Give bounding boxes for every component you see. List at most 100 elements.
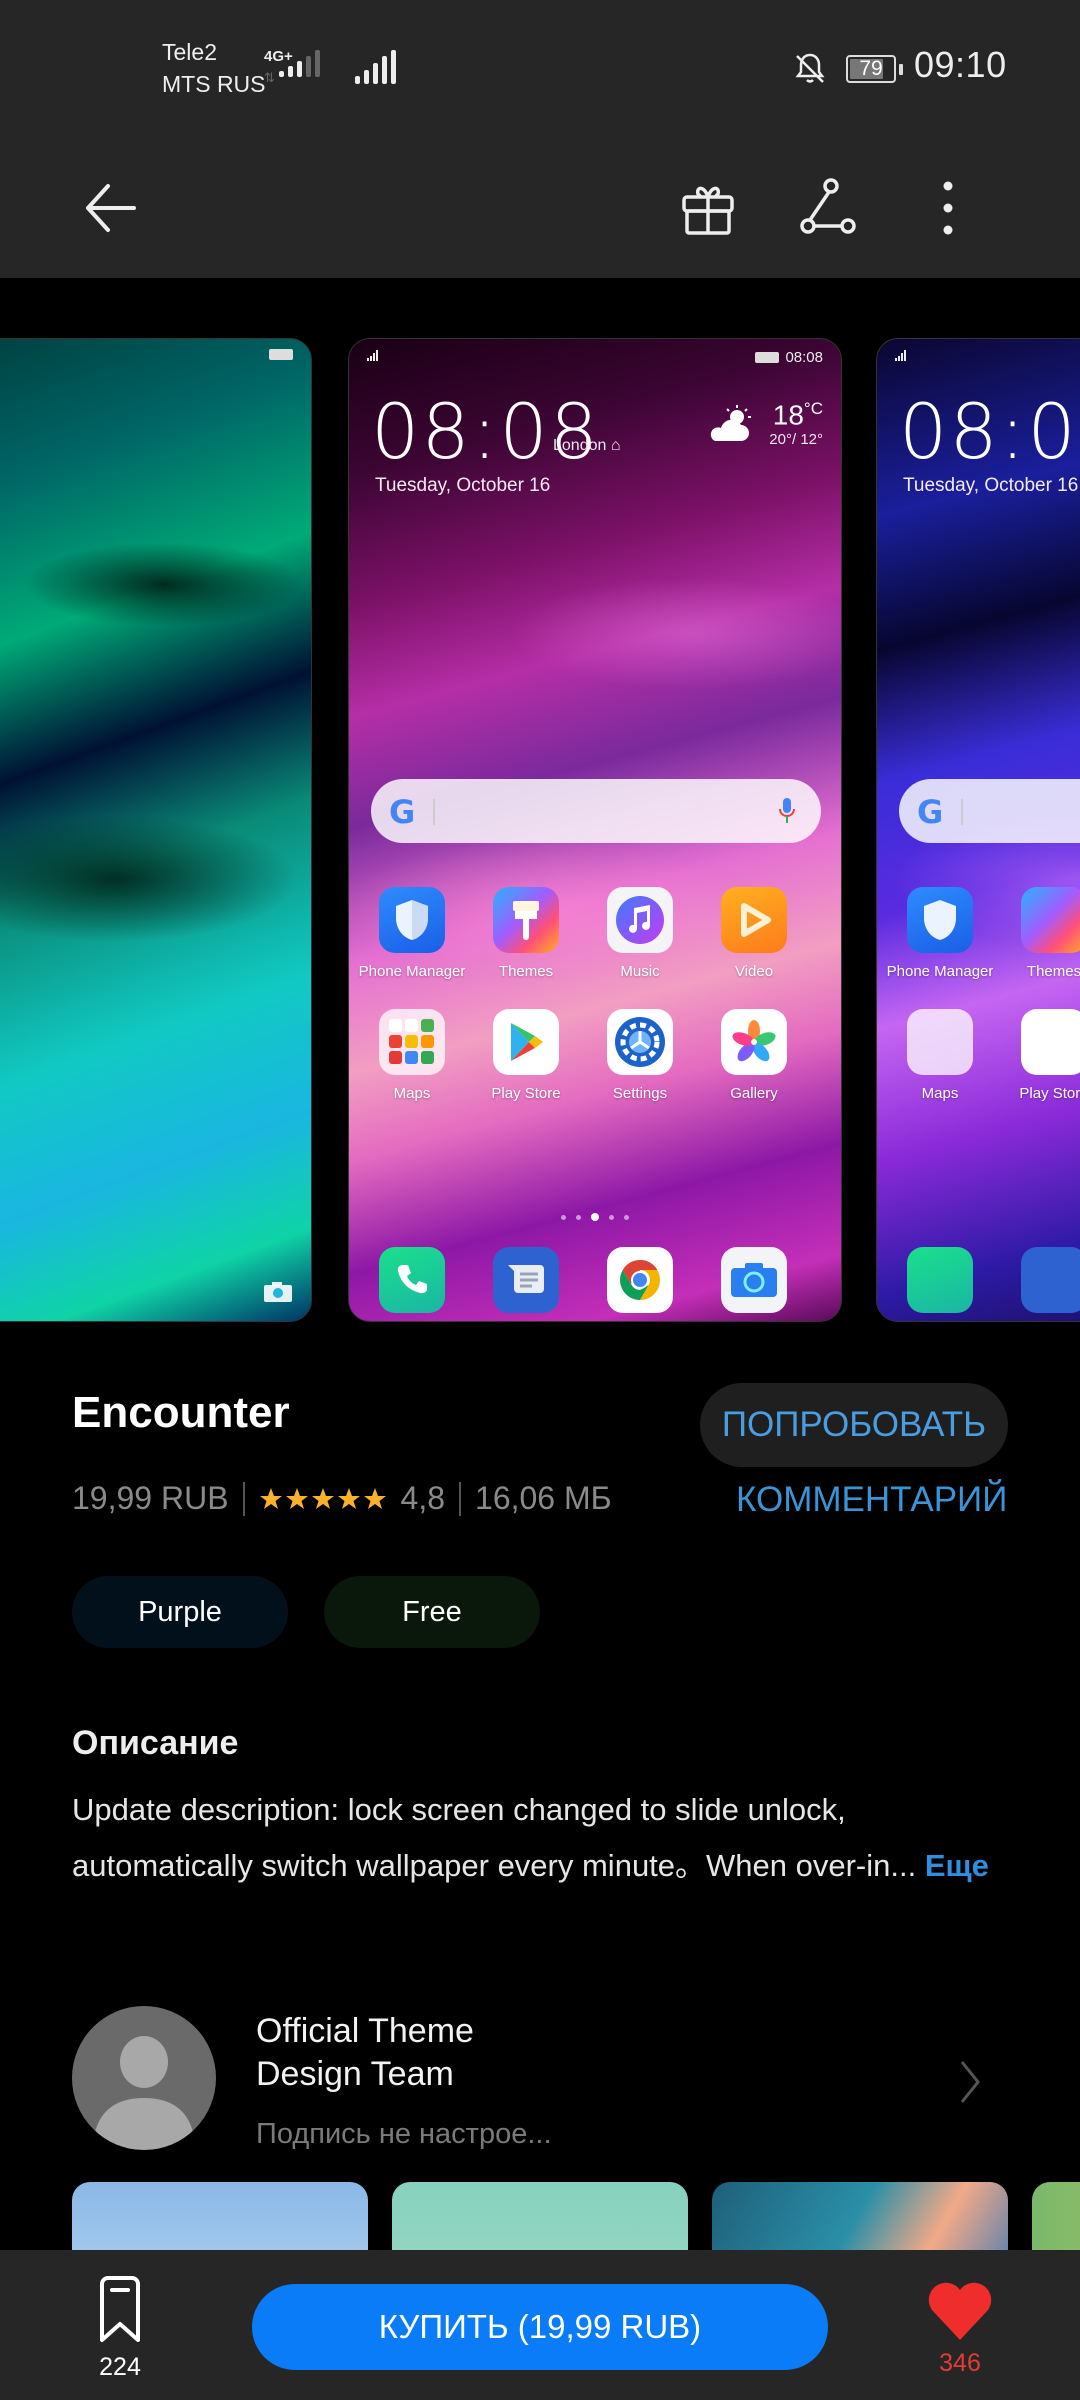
- google-logo-icon: G: [917, 793, 944, 831]
- app-music: Music: [583, 887, 697, 980]
- app-phone-manager: Phone Manager: [355, 887, 469, 980]
- theme-thumbnail[interactable]: [712, 2182, 1008, 2252]
- temperature-range: 20°/ 12°: [769, 431, 823, 449]
- page-indicator: [349, 1213, 841, 1221]
- play-icon: [721, 887, 787, 953]
- heart-icon: [928, 2282, 992, 2340]
- message-icon: [493, 1247, 559, 1313]
- app-gallery: Gallery: [697, 1009, 811, 1102]
- user-placeholder-icon: [94, 2036, 194, 2150]
- preview-clock: 08:08: [371, 387, 601, 476]
- gear-icon: [607, 1009, 673, 1075]
- google-search-bar: G: [371, 779, 821, 843]
- chevron-right-icon[interactable]: [958, 2060, 982, 2104]
- carrier-1: Tele2: [162, 39, 217, 65]
- battery-icon: 79: [846, 55, 903, 83]
- author-themes-strip: [0, 2182, 1080, 2252]
- app-maps-folder: Maps: [355, 1009, 469, 1102]
- more-options-button[interactable]: [900, 160, 996, 256]
- read-more-link[interactable]: Еще: [925, 1848, 989, 1883]
- bookmark-icon: [100, 2276, 140, 2342]
- camera-icon: [264, 1282, 292, 1302]
- app-themes: Themes: [997, 887, 1080, 980]
- share-button[interactable]: [780, 160, 876, 256]
- google-logo-icon: G: [389, 793, 416, 831]
- avatar[interactable]: [72, 2006, 216, 2150]
- rating-value: 4,8: [400, 1480, 446, 1516]
- price: 19,99 RUB: [72, 1480, 229, 1516]
- back-button[interactable]: [60, 160, 156, 256]
- app-play-store: Play Store: [997, 1009, 1080, 1102]
- pinwheel-icon: [721, 1009, 787, 1075]
- theme-thumbnail[interactable]: [392, 2182, 688, 2252]
- more-vertical-icon: [943, 181, 953, 235]
- description-heading: Описание: [72, 1724, 239, 1762]
- gift-icon: [682, 186, 734, 235]
- preview-date: Tuesday, October 16: [903, 475, 1079, 496]
- top-toolbar: [0, 140, 1080, 278]
- tag-purple[interactable]: Purple: [72, 1576, 288, 1648]
- comment-link[interactable]: КОММЕНТАРИЙ: [736, 1480, 1007, 1520]
- try-button[interactable]: ПОПРОБОВАТЬ: [700, 1383, 1008, 1467]
- silent-bell-icon: [795, 53, 825, 83]
- author-name[interactable]: Official Theme Design Team: [256, 2010, 474, 2096]
- folder-icon: [379, 1009, 445, 1075]
- theme-title: Encounter: [72, 1388, 290, 1437]
- signal-icon: [279, 50, 320, 77]
- shield-icon: [907, 887, 973, 953]
- theme-thumbnail[interactable]: [72, 2182, 368, 2252]
- tag-free[interactable]: Free: [324, 1576, 540, 1648]
- preview-image-homescreen-alt[interactable]: 08:08 Tuesday, October 16 G Phone Manage…: [876, 338, 1080, 1322]
- play-store-icon: [1021, 1009, 1080, 1075]
- arrow-left-icon: [86, 184, 136, 232]
- paintbrush-icon: [493, 887, 559, 953]
- signal-icon: [367, 349, 378, 361]
- app-settings: Settings: [583, 1009, 697, 1102]
- dock-chrome: [583, 1247, 697, 1313]
- likes-count: 346: [939, 2349, 981, 2377]
- buy-button[interactable]: КУПИТЬ (19,99 RUB): [252, 2284, 828, 2370]
- paintbrush-icon: [1021, 887, 1080, 953]
- battery-icon: [755, 352, 780, 363]
- home-icon: ⌂: [610, 437, 621, 454]
- carrier-names: Tele2 MTS RUS: [162, 36, 266, 100]
- star-icon: [259, 1487, 282, 1509]
- status-clock: 09:10: [914, 44, 1007, 85]
- theme-meta: 19,99 RUB 4,8 16,06 МБ: [72, 1480, 612, 1517]
- google-search-bar: G: [899, 779, 1080, 843]
- theme-thumbnail[interactable]: [1032, 2182, 1080, 2252]
- carrier-2: MTS RUS: [162, 71, 266, 97]
- app-play-store: Play Store: [469, 1009, 583, 1102]
- dock-phone: [355, 1247, 469, 1313]
- description-text: Update description: lock screen changed …: [72, 1792, 989, 1883]
- preview-image-lockscreen[interactable]: 08: [0, 338, 312, 1322]
- app-themes: Themes: [469, 887, 583, 980]
- camera-icon: [721, 1247, 787, 1313]
- phone-icon: [379, 1247, 445, 1313]
- star-icon: [311, 1487, 334, 1509]
- favorites-count: 224: [99, 2353, 141, 2381]
- music-note-icon: [607, 887, 673, 953]
- folder-icon: [907, 1009, 973, 1075]
- dock-phone: [883, 1247, 997, 1313]
- favorite-button[interactable]: 224: [86, 2276, 154, 2382]
- signal-icon: [895, 349, 906, 361]
- chrome-icon: [607, 1247, 673, 1313]
- star-icon: [285, 1487, 308, 1509]
- battery-level: 79: [859, 57, 883, 80]
- gift-button[interactable]: [660, 160, 756, 256]
- preview-image-homescreen[interactable]: 08:08 08:08 London ⌂ Tuesday, October 16…: [348, 338, 842, 1322]
- dock-messages: [997, 1247, 1080, 1313]
- author-signature: Подпись не настрое...: [256, 2118, 552, 2150]
- preview-date: Tuesday, October 16: [375, 475, 551, 496]
- mic-icon: [779, 798, 795, 823]
- preview-carousel[interactable]: 08 08:08 08:08 London ⌂ Tuesday, October…: [0, 278, 1080, 1340]
- dock-messages: [469, 1247, 583, 1313]
- star-icon: [337, 1487, 360, 1509]
- battery-icon: [269, 349, 293, 360]
- bottom-action-bar: 224 КУПИТЬ (19,99 RUB) 346: [0, 2250, 1080, 2400]
- like-button[interactable]: 346: [922, 2280, 998, 2378]
- app-video: Video: [697, 887, 811, 980]
- share-icon: [800, 178, 856, 234]
- star-icon: [363, 1487, 386, 1509]
